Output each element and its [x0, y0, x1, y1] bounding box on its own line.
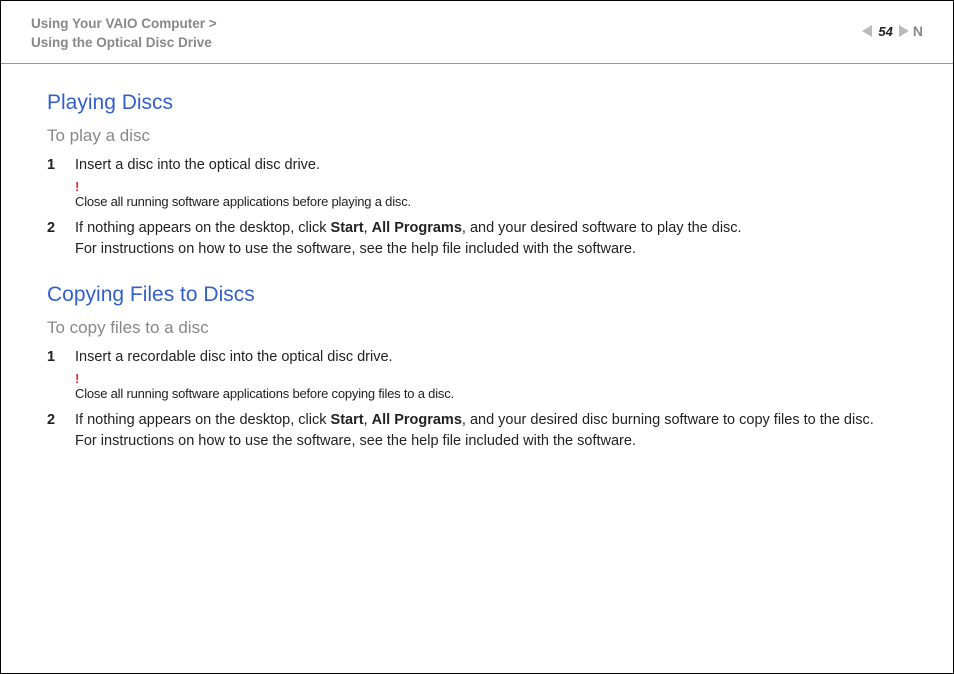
step: 2 If nothing appears on the desktop, cli…	[47, 218, 907, 260]
warning-note: ! Close all running software application…	[75, 372, 907, 404]
page-content: Playing Discs To play a disc 1 Insert a …	[1, 64, 953, 492]
step-number: 2	[47, 218, 61, 260]
step: 1 Insert a recordable disc into the opti…	[47, 347, 907, 368]
bold-text: Start	[331, 412, 364, 428]
bold-text: All Programs	[372, 220, 462, 236]
step-text: If nothing appears on the desktop, click…	[75, 410, 907, 452]
breadcrumb: Using Your VAIO Computer > Using the Opt…	[31, 15, 217, 53]
warning-text: Close all running software applications …	[75, 193, 907, 212]
step-number: 1	[47, 155, 61, 176]
step-text: Insert a disc into the optical disc driv…	[75, 155, 907, 176]
next-page-icon[interactable]	[899, 25, 909, 37]
page-header: Using Your VAIO Computer > Using the Opt…	[1, 1, 953, 64]
n-letter: N	[913, 23, 923, 39]
text: ,	[364, 220, 372, 236]
prev-page-icon[interactable]	[862, 25, 872, 37]
warning-text: Close all running software applications …	[75, 385, 907, 404]
text: If nothing appears on the desktop, click	[75, 412, 331, 428]
text: ,	[364, 412, 372, 428]
warning-note: ! Close all running software application…	[75, 180, 907, 212]
breadcrumb-line1[interactable]: Using Your VAIO Computer >	[31, 15, 217, 34]
section-copying-files: Copying Files to Discs To copy files to …	[47, 280, 907, 452]
pager: 54 N	[862, 23, 923, 39]
bold-text: Start	[331, 220, 364, 236]
step: 2 If nothing appears on the desktop, cli…	[47, 410, 907, 452]
step: 1 Insert a disc into the optical disc dr…	[47, 155, 907, 176]
step-text: If nothing appears on the desktop, click…	[75, 218, 907, 260]
warning-icon: !	[75, 180, 907, 193]
section-subtitle: To copy files to a disc	[47, 316, 907, 341]
warning-icon: !	[75, 372, 907, 385]
step-number: 2	[47, 410, 61, 452]
text: For instructions on how to use the softw…	[75, 241, 636, 257]
text: For instructions on how to use the softw…	[75, 433, 636, 449]
bold-text: All Programs	[372, 412, 462, 428]
section-subtitle: To play a disc	[47, 124, 907, 149]
section-title: Copying Files to Discs	[47, 280, 907, 310]
text: , and your desired disc burning software…	[462, 412, 874, 428]
breadcrumb-line2[interactable]: Using the Optical Disc Drive	[31, 34, 217, 53]
page-number: 54	[878, 24, 892, 39]
section-playing-discs: Playing Discs To play a disc 1 Insert a …	[47, 88, 907, 260]
section-title: Playing Discs	[47, 88, 907, 118]
text: If nothing appears on the desktop, click	[75, 220, 331, 236]
text: , and your desired software to play the …	[462, 220, 742, 236]
step-text: Insert a recordable disc into the optica…	[75, 347, 907, 368]
step-number: 1	[47, 347, 61, 368]
